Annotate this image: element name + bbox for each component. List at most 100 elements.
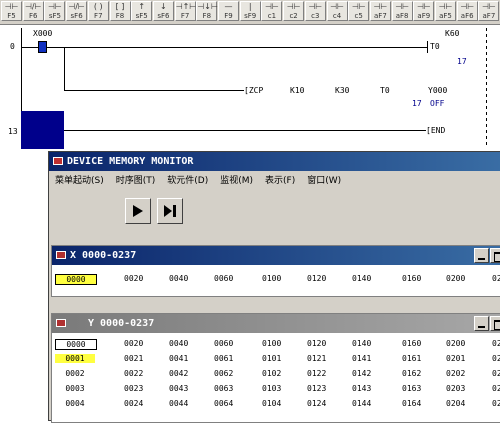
menu-item-2[interactable]: 软元件(D): [167, 176, 208, 186]
y-window-title-bar[interactable]: Y 0000-0237: [52, 314, 500, 333]
toolbar-button-af5[interactable]: ⊣⊢ aF5: [435, 1, 456, 21]
y-device-cell[interactable]: 0123: [307, 384, 326, 393]
play-button[interactable]: [125, 198, 151, 224]
y-device-window[interactable]: Y 0000-0237 0000 0020 0040 0060 0100 0120 0140…: [51, 313, 500, 423]
y-device-cell[interactable]: 0161: [402, 354, 421, 363]
toolbar-button-af9[interactable]: ⊣⊢ aF9: [413, 1, 435, 21]
toolbar-button-sf6[interactable]: ↓ sF6: [152, 1, 174, 21]
x-device-cell[interactable]: 0120: [307, 274, 326, 283]
y-device-cell[interactable]: 0004: [55, 399, 95, 408]
dmm-title-bar[interactable]: DEVICE MEMORY MONITOR: [49, 152, 500, 171]
y-device-cell[interactable]: 0101: [262, 354, 281, 363]
menu-item-0[interactable]: 菜单起动(S): [55, 176, 104, 186]
menu-item-1[interactable]: 时序图(T): [116, 176, 156, 186]
y-device-cell[interactable]: 0144: [352, 399, 371, 408]
y-device-cell[interactable]: 0062: [214, 369, 233, 378]
toolbar-button-f8[interactable]: ⊣↓⊢ F8: [196, 1, 218, 21]
toolbar-button-f8[interactable]: [ ] F8: [109, 1, 131, 21]
toolbar-button-af7[interactable]: ⊣⊢ aF7: [369, 1, 391, 21]
y-device-cell[interactable]: 0003: [55, 384, 95, 393]
y-device-cell[interactable]: 0043: [169, 384, 188, 393]
x-device-cell[interactable]: 0040: [169, 274, 188, 283]
y-device-cell[interactable]: 0064: [214, 399, 233, 408]
toolbar-button-sf5[interactable]: ⊣⊢ sF5: [44, 1, 66, 21]
x-minimize-button[interactable]: [474, 248, 489, 263]
menu-item-3[interactable]: 监视(M): [220, 176, 253, 186]
y-device-cell[interactable]: 0000: [55, 339, 97, 350]
y-device-cell[interactable]: 0024: [124, 399, 143, 408]
y-device-cell[interactable]: 0061: [214, 354, 233, 363]
y-device-cell[interactable]: 0104: [262, 399, 281, 408]
toolbar-button-f5[interactable]: ⊣⊢ F5: [1, 1, 22, 21]
y-device-cell[interactable]: 0203: [446, 384, 465, 393]
y-device-cell[interactable]: 0044: [169, 399, 188, 408]
y-device-cell[interactable]: 0162: [402, 369, 421, 378]
y-device-cell[interactable]: 0002: [55, 369, 95, 378]
y-device-cell[interactable]: 02: [492, 354, 500, 363]
y-device-cell[interactable]: 0063: [214, 384, 233, 393]
y-device-cell[interactable]: 0121: [307, 354, 326, 363]
x-device-cell[interactable]: 0200: [446, 274, 465, 283]
toolbar-button-sf6[interactable]: ⊣/⊢ sF6: [66, 1, 88, 21]
y-device-cell[interactable]: 0143: [352, 384, 371, 393]
x-device-cell[interactable]: 0060: [214, 274, 233, 283]
toolbar-button-c5[interactable]: ⊣⊢ c5: [348, 1, 370, 21]
x-device-cell[interactable]: 0000: [55, 274, 97, 285]
x-device-cell[interactable]: 0160: [402, 274, 421, 283]
y-device-cell[interactable]: 0120: [307, 339, 326, 348]
y-device-cell[interactable]: 0201: [446, 354, 465, 363]
toolbar-button-c3[interactable]: ⊣⊢ c3: [304, 1, 326, 21]
toolbar-button-c4[interactable]: ⊣⊢ c4: [326, 1, 348, 21]
toolbar-button-sf9[interactable]: | sF9: [239, 1, 261, 21]
y-device-cell[interactable]: 0060: [214, 339, 233, 348]
y-device-cell[interactable]: 0142: [352, 369, 371, 378]
y-device-cell[interactable]: 02: [492, 384, 500, 393]
y-device-cell[interactable]: 0141: [352, 354, 371, 363]
device-memory-monitor-window[interactable]: DEVICE MEMORY MONITOR 菜单起动(S) 时序图(T) 软元件(D…: [48, 151, 500, 423]
y-device-cell[interactable]: 0040: [169, 339, 188, 348]
toolbar-button-sf5[interactable]: ↑ sF5: [131, 1, 153, 21]
y-device-cell[interactable]: 02: [492, 339, 500, 348]
toolbar-button-af6[interactable]: ⊣⊢ aF6: [456, 1, 478, 21]
x-device-cell[interactable]: 0100: [262, 274, 281, 283]
y-device-cell[interactable]: 0102: [262, 369, 281, 378]
y-device-cell[interactable]: 02: [492, 399, 500, 408]
toolbar-button-f6[interactable]: ⊣/⊢ F6: [22, 1, 44, 21]
ladder-cursor[interactable]: [21, 111, 64, 149]
toolbar-button-c1[interactable]: ⊣⊢ c1: [261, 1, 283, 21]
y-device-cell[interactable]: 0164: [402, 399, 421, 408]
menu-item-5[interactable]: 窗口(W): [307, 176, 341, 186]
y-device-cell[interactable]: 0042: [169, 369, 188, 378]
y-device-cell[interactable]: 0160: [402, 339, 421, 348]
toolbar-button-af7[interactable]: ⊣⊢ aF7: [478, 1, 500, 21]
toolbar-button-af8[interactable]: ⊣⊢ aF8: [391, 1, 413, 21]
y-device-cell[interactable]: 0100: [262, 339, 281, 348]
x-device-window[interactable]: X 0000-0237 0000 0020 0040 0060 0100 0120 0140…: [51, 245, 500, 297]
y-device-cell[interactable]: 0001: [55, 354, 95, 363]
y-device-cell[interactable]: 0020: [124, 339, 143, 348]
toolbar-button-f7[interactable]: ⊣↑⊢ F7: [174, 1, 196, 21]
y-minimize-button[interactable]: [474, 316, 489, 331]
y-device-cell[interactable]: 0041: [169, 354, 188, 363]
toolbar-button-f7[interactable]: ( ) F7: [87, 1, 109, 21]
y-device-cell[interactable]: 0022: [124, 369, 143, 378]
y-device-cell[interactable]: 0200: [446, 339, 465, 348]
toolbar-button-c2[interactable]: ⊣⊢ c2: [283, 1, 305, 21]
y-device-cell[interactable]: 0023: [124, 384, 143, 393]
x-device-cell[interactable]: 0020: [124, 274, 143, 283]
x-window-title-bar[interactable]: X 0000-0237: [52, 246, 500, 265]
y-device-cell[interactable]: 0163: [402, 384, 421, 393]
x-maximize-button[interactable]: [490, 248, 500, 263]
y-device-cell[interactable]: 0140: [352, 339, 371, 348]
y-device-cell[interactable]: 0124: [307, 399, 326, 408]
step-button[interactable]: [157, 198, 183, 224]
y-device-cell[interactable]: 02: [492, 369, 500, 378]
contact-x000[interactable]: [38, 41, 47, 53]
y-device-cell[interactable]: 0204: [446, 399, 465, 408]
y-maximize-button[interactable]: [490, 316, 500, 331]
y-device-cell[interactable]: 0202: [446, 369, 465, 378]
toolbar-button-f9[interactable]: — F9: [218, 1, 239, 21]
y-device-cell[interactable]: 0103: [262, 384, 281, 393]
y-device-cell[interactable]: 0122: [307, 369, 326, 378]
zcp-instruction[interactable]: [ZCP: [244, 86, 263, 95]
